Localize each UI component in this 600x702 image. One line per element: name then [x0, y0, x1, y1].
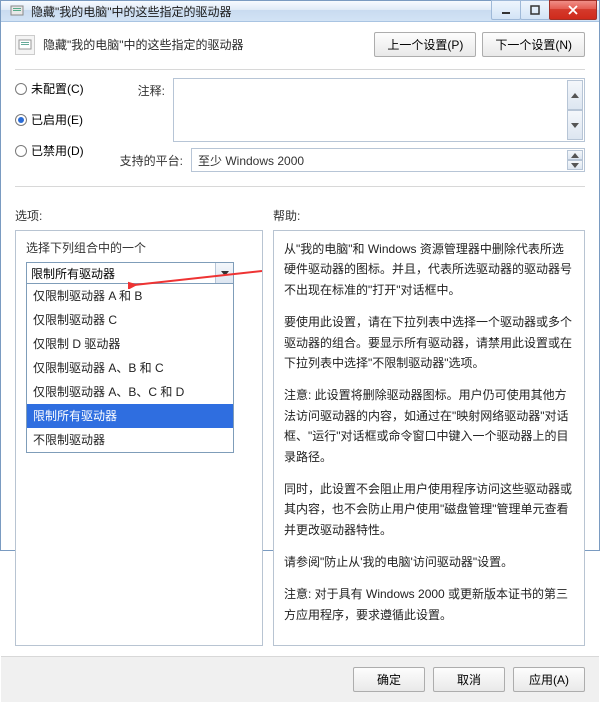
ok-button[interactable]: 确定 [353, 667, 425, 692]
next-setting-button[interactable]: 下一个设置(N) [482, 32, 585, 57]
maximize-button[interactable] [520, 0, 550, 20]
drive-combo[interactable]: 限制所有驱动器 仅限制驱动器 A 和 B 仅限制驱动器 C 仅限制 D 驱动器 … [26, 262, 234, 284]
combo-value: 限制所有驱动器 [31, 265, 115, 282]
combo-option[interactable]: 仅限制驱动器 A、B 和 C [27, 356, 233, 380]
prev-setting-button[interactable]: 上一个设置(P) [374, 32, 476, 57]
radio-icon [15, 83, 27, 95]
combo-option[interactable]: 仅限制 D 驱动器 [27, 332, 233, 356]
help-text: 要使用此设置，请在下拉列表中选择一个驱动器或多个驱动器的组合。要显示所有驱动器，… [284, 312, 574, 373]
cancel-button[interactable]: 取消 [433, 667, 505, 692]
options-label: 选项: [15, 207, 273, 224]
help-text: 同时，此设置不会阻止用户使用程序访问这些驱动器或其内容，也不会防止用户使用"磁盘… [284, 479, 574, 540]
help-text: 注意: 对于具有 Windows 2000 或更新版本证书的第三方应用程序，要求… [284, 584, 574, 625]
radio-label: 已禁用(D) [31, 142, 84, 159]
radio-label: 已启用(E) [31, 111, 83, 128]
combo-option[interactable]: 限制所有驱动器 [27, 404, 233, 428]
radio-enabled[interactable]: 已启用(E) [15, 111, 93, 128]
apply-button[interactable]: 应用(A) [513, 667, 585, 692]
combo-option[interactable]: 仅限制驱动器 A、B、C 和 D [27, 380, 233, 404]
help-text: 从"我的电脑"和 Windows 资源管理器中删除代表所选硬件驱动器的图标。并且… [284, 239, 574, 300]
comment-input[interactable] [173, 78, 585, 142]
help-label: 帮助: [273, 207, 300, 224]
combo-option[interactable]: 不限制驱动器 [27, 428, 233, 452]
combo-dropdown: 仅限制驱动器 A 和 B 仅限制驱动器 C 仅限制 D 驱动器 仅限制驱动器 A… [26, 283, 234, 453]
options-panel: 选择下列组合中的一个 限制所有驱动器 仅限制驱动器 A 和 B 仅限制驱动器 C… [15, 230, 263, 646]
help-text: 注意: 此设置将删除驱动器图标。用户仍可使用其他方法访问驱动器的内容，如通过在"… [284, 385, 574, 467]
platform-value: 至少 Windows 2000 [198, 152, 304, 169]
policy-icon [15, 35, 35, 55]
radio-icon [15, 145, 27, 157]
options-caption: 选择下列组合中的一个 [26, 239, 252, 256]
radio-label: 未配置(C) [31, 80, 84, 97]
app-icon [9, 3, 25, 19]
radio-disabled[interactable]: 已禁用(D) [15, 142, 93, 159]
combo-option[interactable]: 仅限制驱动器 A 和 B [27, 284, 233, 308]
platform-label: 支持的平台: [111, 148, 183, 169]
minimize-button[interactable] [491, 0, 521, 20]
chevron-down-icon[interactable] [215, 263, 233, 283]
divider [15, 69, 585, 70]
spin-up-icon[interactable] [567, 150, 583, 160]
divider [15, 186, 585, 187]
help-text: 请参阅"防止从'我的电脑'访问驱动器"设置。 [284, 552, 574, 572]
spin-down-icon[interactable] [567, 160, 583, 170]
close-button[interactable] [549, 0, 597, 20]
radio-not-configured[interactable]: 未配置(C) [15, 80, 93, 97]
comment-label: 注释: [111, 78, 165, 99]
help-panel: 从"我的电脑"和 Windows 资源管理器中删除代表所选硬件驱动器的图标。并且… [273, 230, 585, 646]
combo-option[interactable]: 仅限制驱动器 C [27, 308, 233, 332]
spin-up-icon[interactable] [567, 80, 583, 110]
platform-field: 至少 Windows 2000 [191, 148, 585, 172]
policy-title: 隐藏"我的电脑"中的这些指定的驱动器 [43, 36, 244, 53]
window-title: 隐藏"我的电脑"中的这些指定的驱动器 [31, 3, 232, 20]
footer: 确定 取消 应用(A) [1, 656, 599, 702]
titlebar: 隐藏"我的电脑"中的这些指定的驱动器 [1, 1, 599, 22]
radio-icon [15, 114, 27, 126]
spin-down-icon[interactable] [567, 110, 583, 140]
